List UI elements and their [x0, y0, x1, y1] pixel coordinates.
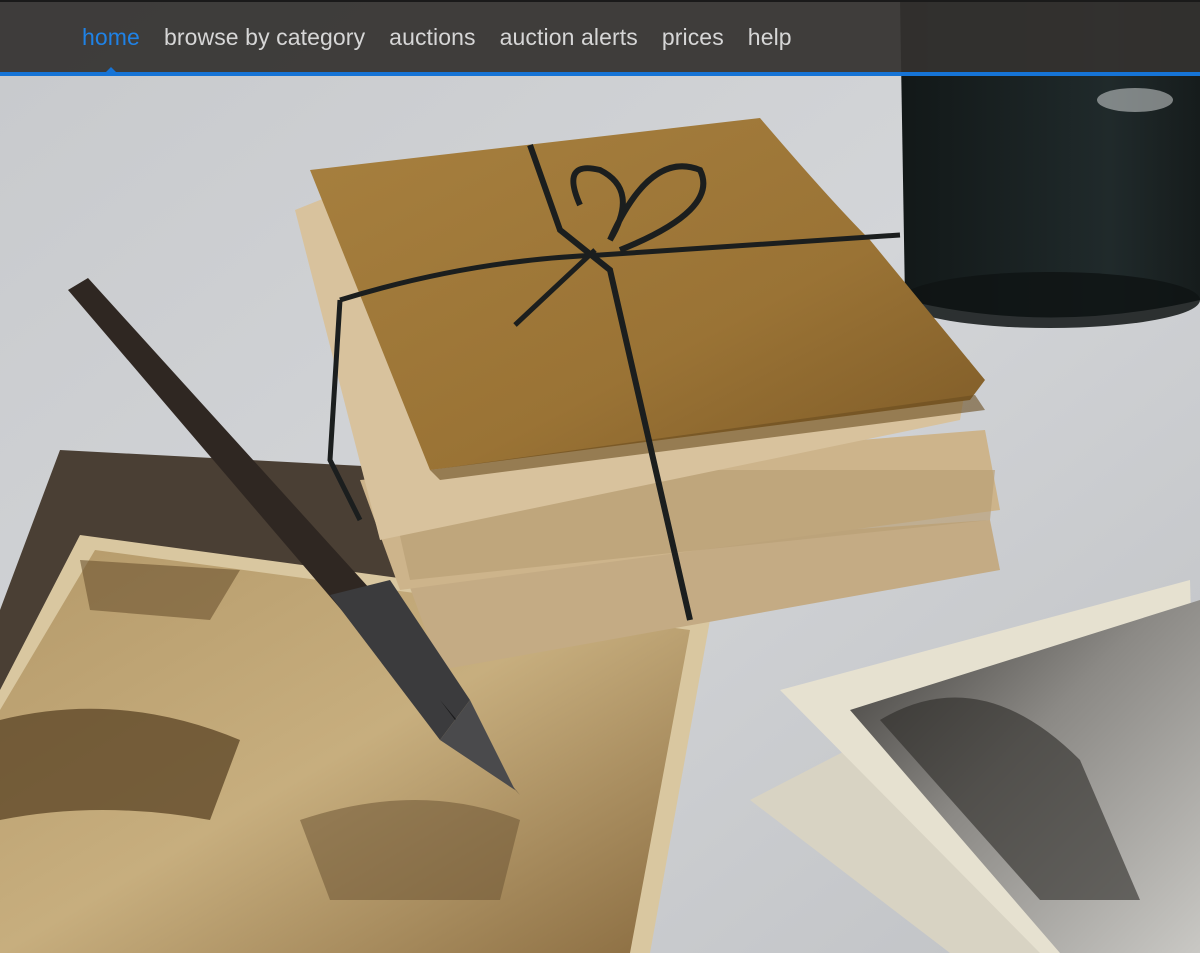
nav-link-browse-by-category[interactable]: browse by category — [164, 24, 365, 51]
nav-link-home[interactable]: home — [82, 24, 140, 51]
nav-link-help[interactable]: help — [748, 24, 792, 51]
nav-item-help[interactable]: help — [736, 2, 804, 72]
nav-item-prices[interactable]: prices — [650, 2, 736, 72]
nav-item-browse-by-category[interactable]: browse by category — [152, 2, 377, 72]
hero-image — [0, 0, 1200, 953]
nav-link-prices[interactable]: prices — [662, 24, 724, 51]
nav-item-auction-alerts[interactable]: auction alerts — [488, 2, 650, 72]
hero-illustration — [0, 0, 1200, 953]
nav-link-auction-alerts[interactable]: auction alerts — [500, 24, 638, 51]
nav-item-home[interactable]: home — [70, 2, 152, 76]
active-indicator-caret-icon — [101, 67, 120, 76]
main-navbar: home browse by category auctions auction… — [0, 0, 1200, 76]
nav-item-auctions[interactable]: auctions — [377, 2, 487, 72]
nav-link-auctions[interactable]: auctions — [389, 24, 475, 51]
nav-menu: home browse by category auctions auction… — [70, 2, 804, 76]
